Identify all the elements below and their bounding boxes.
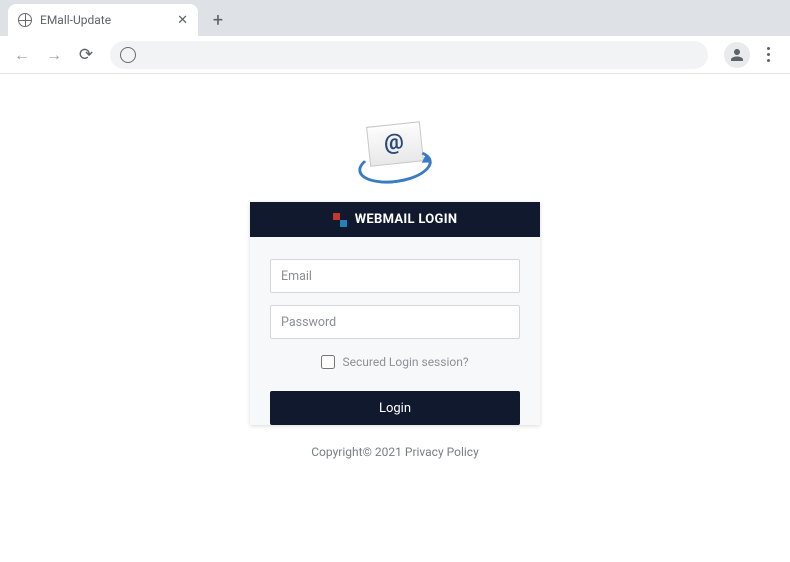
person-icon (728, 46, 746, 64)
globe-icon (18, 13, 32, 27)
tab-title: EMall-Update (40, 13, 111, 27)
tab-strip: EMall-Update ✕ + (0, 0, 790, 36)
kebab-icon (767, 47, 770, 62)
new-tab-button[interactable]: + (204, 6, 232, 34)
secured-session-label: Secured Login session? (342, 355, 468, 369)
close-tab-button[interactable]: ✕ (177, 13, 188, 28)
browser-menu-button[interactable] (754, 47, 782, 62)
address-bar[interactable] (110, 41, 708, 69)
globe-icon (120, 47, 136, 63)
logo-container: @ (0, 118, 790, 186)
login-card: WEBMAIL LOGIN Secured Login session? Log… (250, 202, 540, 425)
login-button[interactable]: Login (270, 391, 520, 425)
reload-button[interactable] (72, 41, 100, 69)
login-header: WEBMAIL LOGIN (250, 202, 540, 237)
email-field[interactable] (270, 259, 520, 293)
secured-session-row[interactable]: Secured Login session? (270, 355, 520, 369)
login-header-text: WEBMAIL LOGIN (355, 212, 458, 227)
browser-toolbar (0, 36, 790, 74)
password-field[interactable] (270, 305, 520, 339)
profile-button[interactable] (724, 42, 750, 68)
forward-button[interactable] (40, 41, 68, 69)
browser-tab[interactable]: EMall-Update ✕ (8, 4, 198, 36)
footer-text: Copyright© 2021 Privacy Policy (0, 445, 790, 459)
secured-session-checkbox[interactable] (321, 355, 335, 369)
page-content: @ WEBMAIL LOGIN Secured Login session? L… (0, 74, 790, 562)
login-form: Secured Login session? (250, 237, 540, 391)
webmail-icon (333, 213, 347, 227)
mail-logo-icon: @ (356, 118, 434, 186)
back-button[interactable] (8, 41, 36, 69)
